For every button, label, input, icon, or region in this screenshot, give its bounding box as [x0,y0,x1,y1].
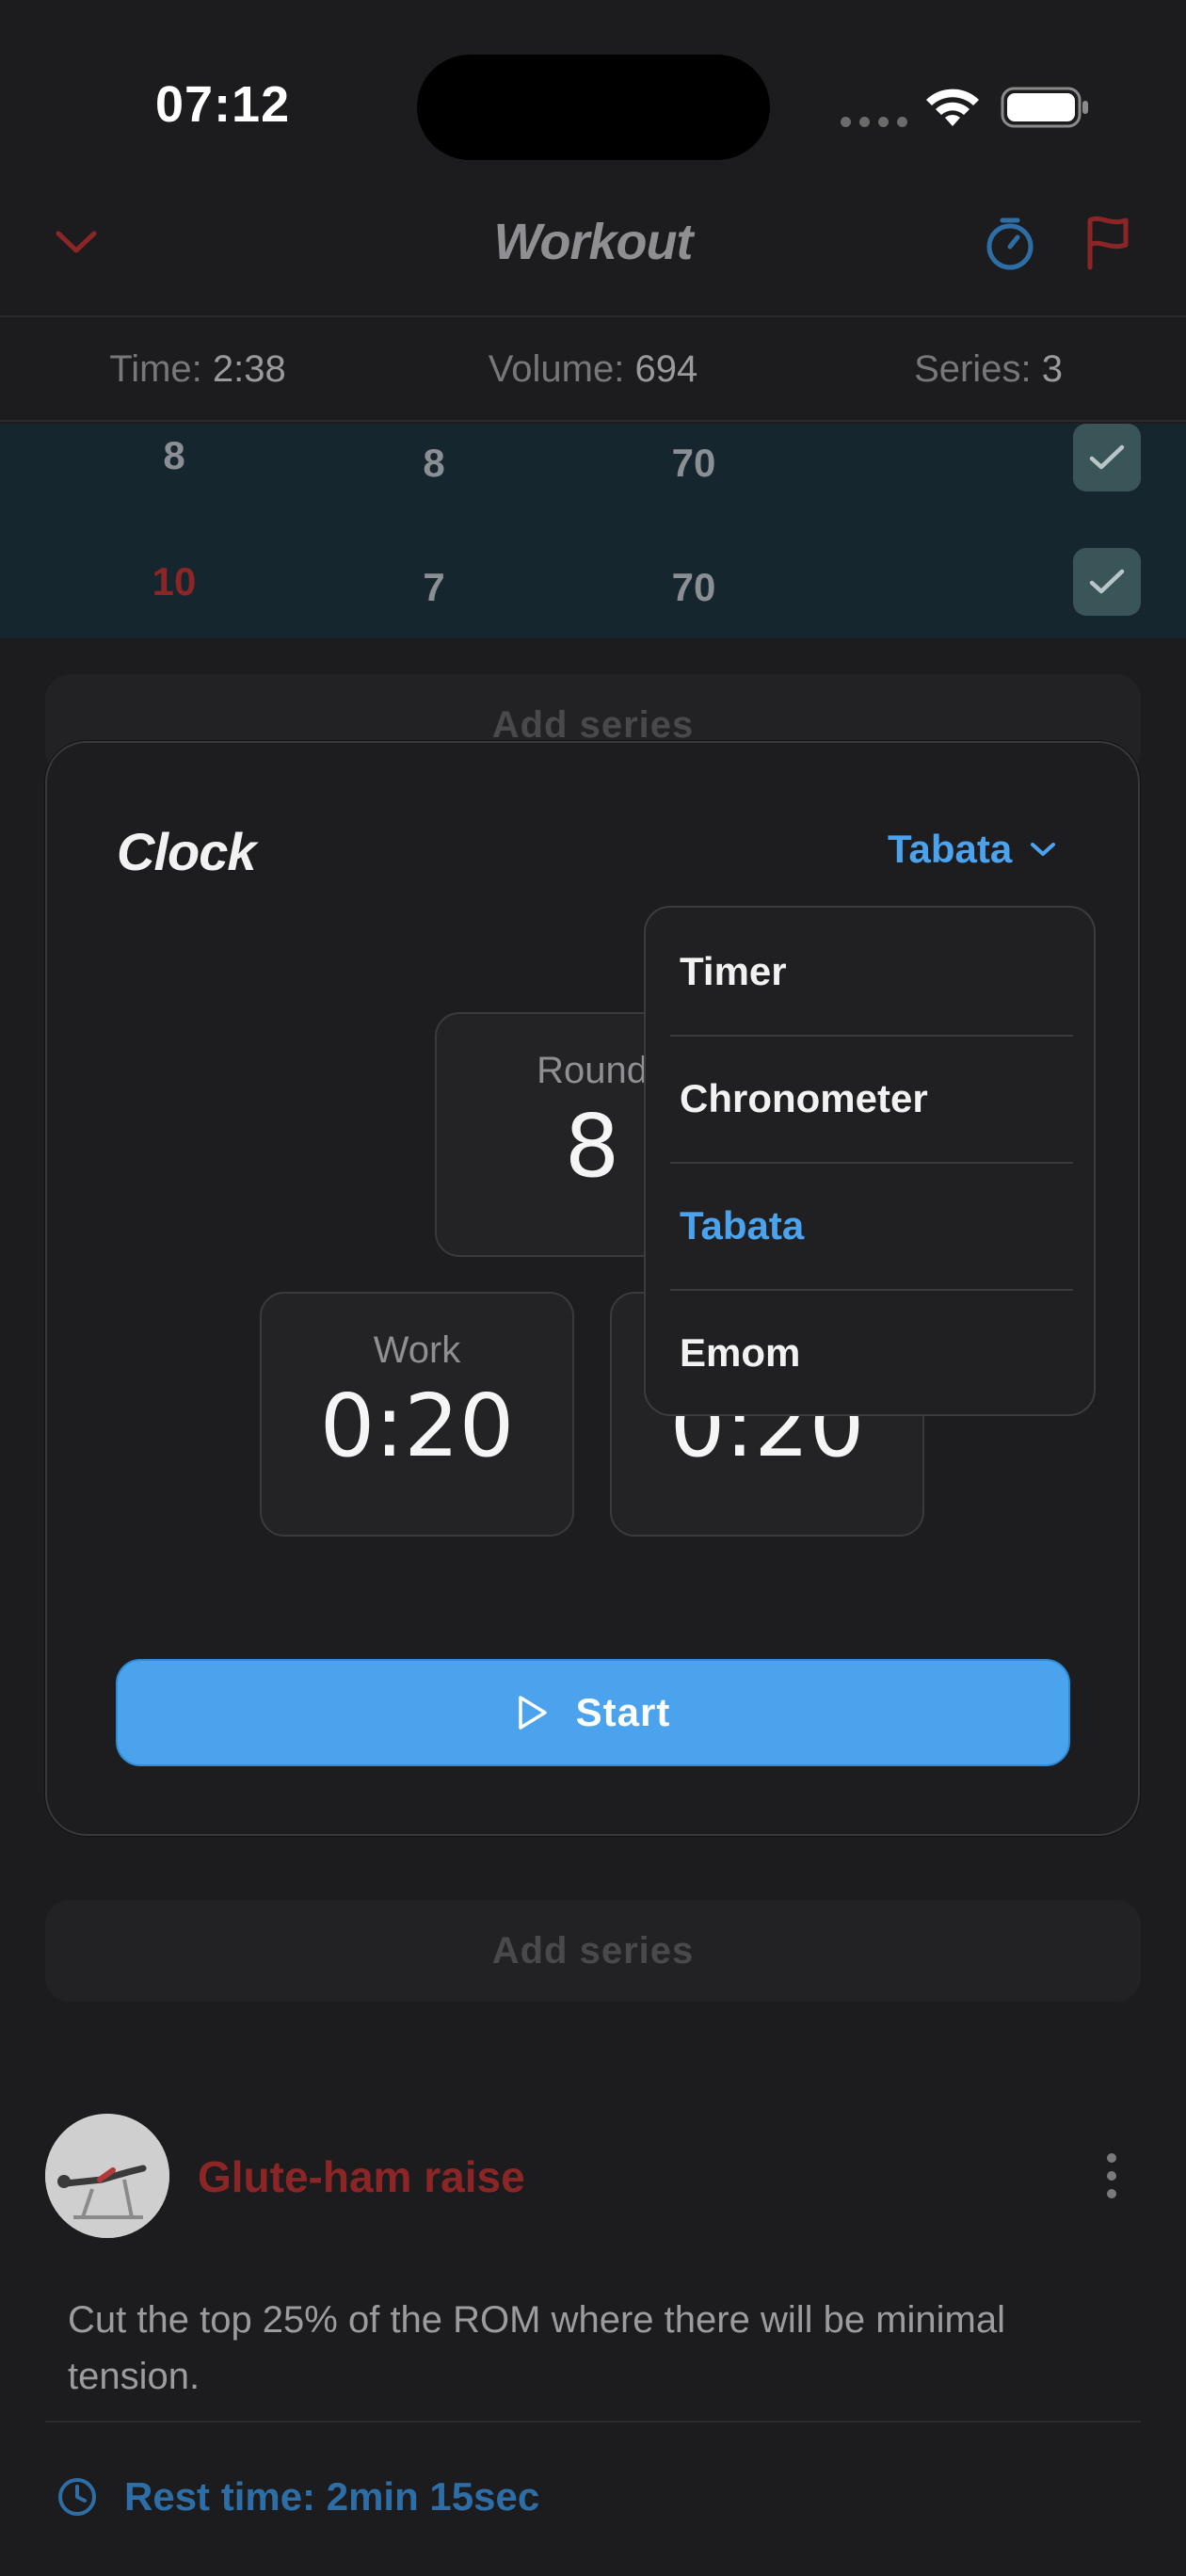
set-reps[interactable]: 7 [377,565,490,610]
stat-series-value: 3 [1041,347,1063,390]
rest-time-button[interactable]: Rest time: 2min 15sec [56,2474,539,2520]
play-icon [518,1696,547,1730]
stat-time-value: 2:38 [212,347,286,390]
stat-time-label: Time: [109,347,202,390]
exercise-thumbnail[interactable] [45,2114,169,2238]
stat-volume-value: 694 [634,347,698,390]
mode-option-timer[interactable]: Timer [670,908,1073,1035]
clock-mode-dropdown: Timer Chronometer Tabata Emom [644,906,1096,1416]
stat-series: Series: 3 [791,348,1186,391]
stat-time: Time: 2:38 [0,348,395,391]
clock-mode-value: Tabata [888,827,1013,871]
start-label: Start [575,1690,671,1734]
set-row: 8 8 70 [0,424,1186,548]
exercise-name[interactable]: Glute-ham raise [198,2151,525,2202]
chevron-down-icon [1031,843,1056,856]
signal-icon [841,117,907,127]
exercise-note: Cut the top 25% of the ROM where there w… [68,2299,1005,2397]
clock-mode-select[interactable]: Tabata [888,827,1057,872]
stat-series-label: Series: [914,347,1032,390]
set-complete-checkbox[interactable] [1073,424,1141,491]
wifi-icon [922,85,983,133]
dynamic-island [417,55,770,160]
battery-icon [1001,87,1091,133]
finish-flag-icon[interactable] [1084,215,1131,276]
clock-title: Clock [117,822,256,881]
stat-volume-label: Volume: [488,347,625,390]
set-index[interactable]: 8 [118,433,231,478]
divider [45,2421,1141,2423]
checkmark-icon [1089,444,1125,470]
start-button[interactable]: Start [116,1659,1070,1766]
mode-option-emom[interactable]: Emom [670,1289,1073,1416]
clock-icon [58,2478,96,2516]
work-box[interactable]: Work 0:20 [260,1292,574,1537]
stopwatch-icon[interactable] [984,215,1036,276]
set-weight[interactable]: 70 [637,565,750,610]
add-series-button[interactable]: Add series [45,1900,1141,2002]
set-weight[interactable]: 70 [637,441,750,486]
more-options-icon[interactable] [1107,2153,1116,2198]
rest-time-label: Rest time: 2min 15sec [124,2474,540,2519]
work-label: Work [373,1329,461,1371]
stat-volume: Volume: 694 [395,348,791,391]
mode-option-chronometer[interactable]: Chronometer [670,1035,1073,1162]
status-time: 07:12 [155,76,291,133]
set-complete-checkbox[interactable] [1073,548,1141,616]
checkmark-icon [1089,569,1125,594]
mode-option-tabata[interactable]: Tabata [670,1162,1073,1289]
work-value: 0:20 [319,1376,515,1476]
set-row: 10 7 70 [0,548,1186,638]
set-index[interactable]: 10 [118,559,231,604]
workout-stats: Time: 2:38 Volume: 694 Series: 3 [0,318,1186,422]
set-reps[interactable]: 8 [377,441,490,486]
